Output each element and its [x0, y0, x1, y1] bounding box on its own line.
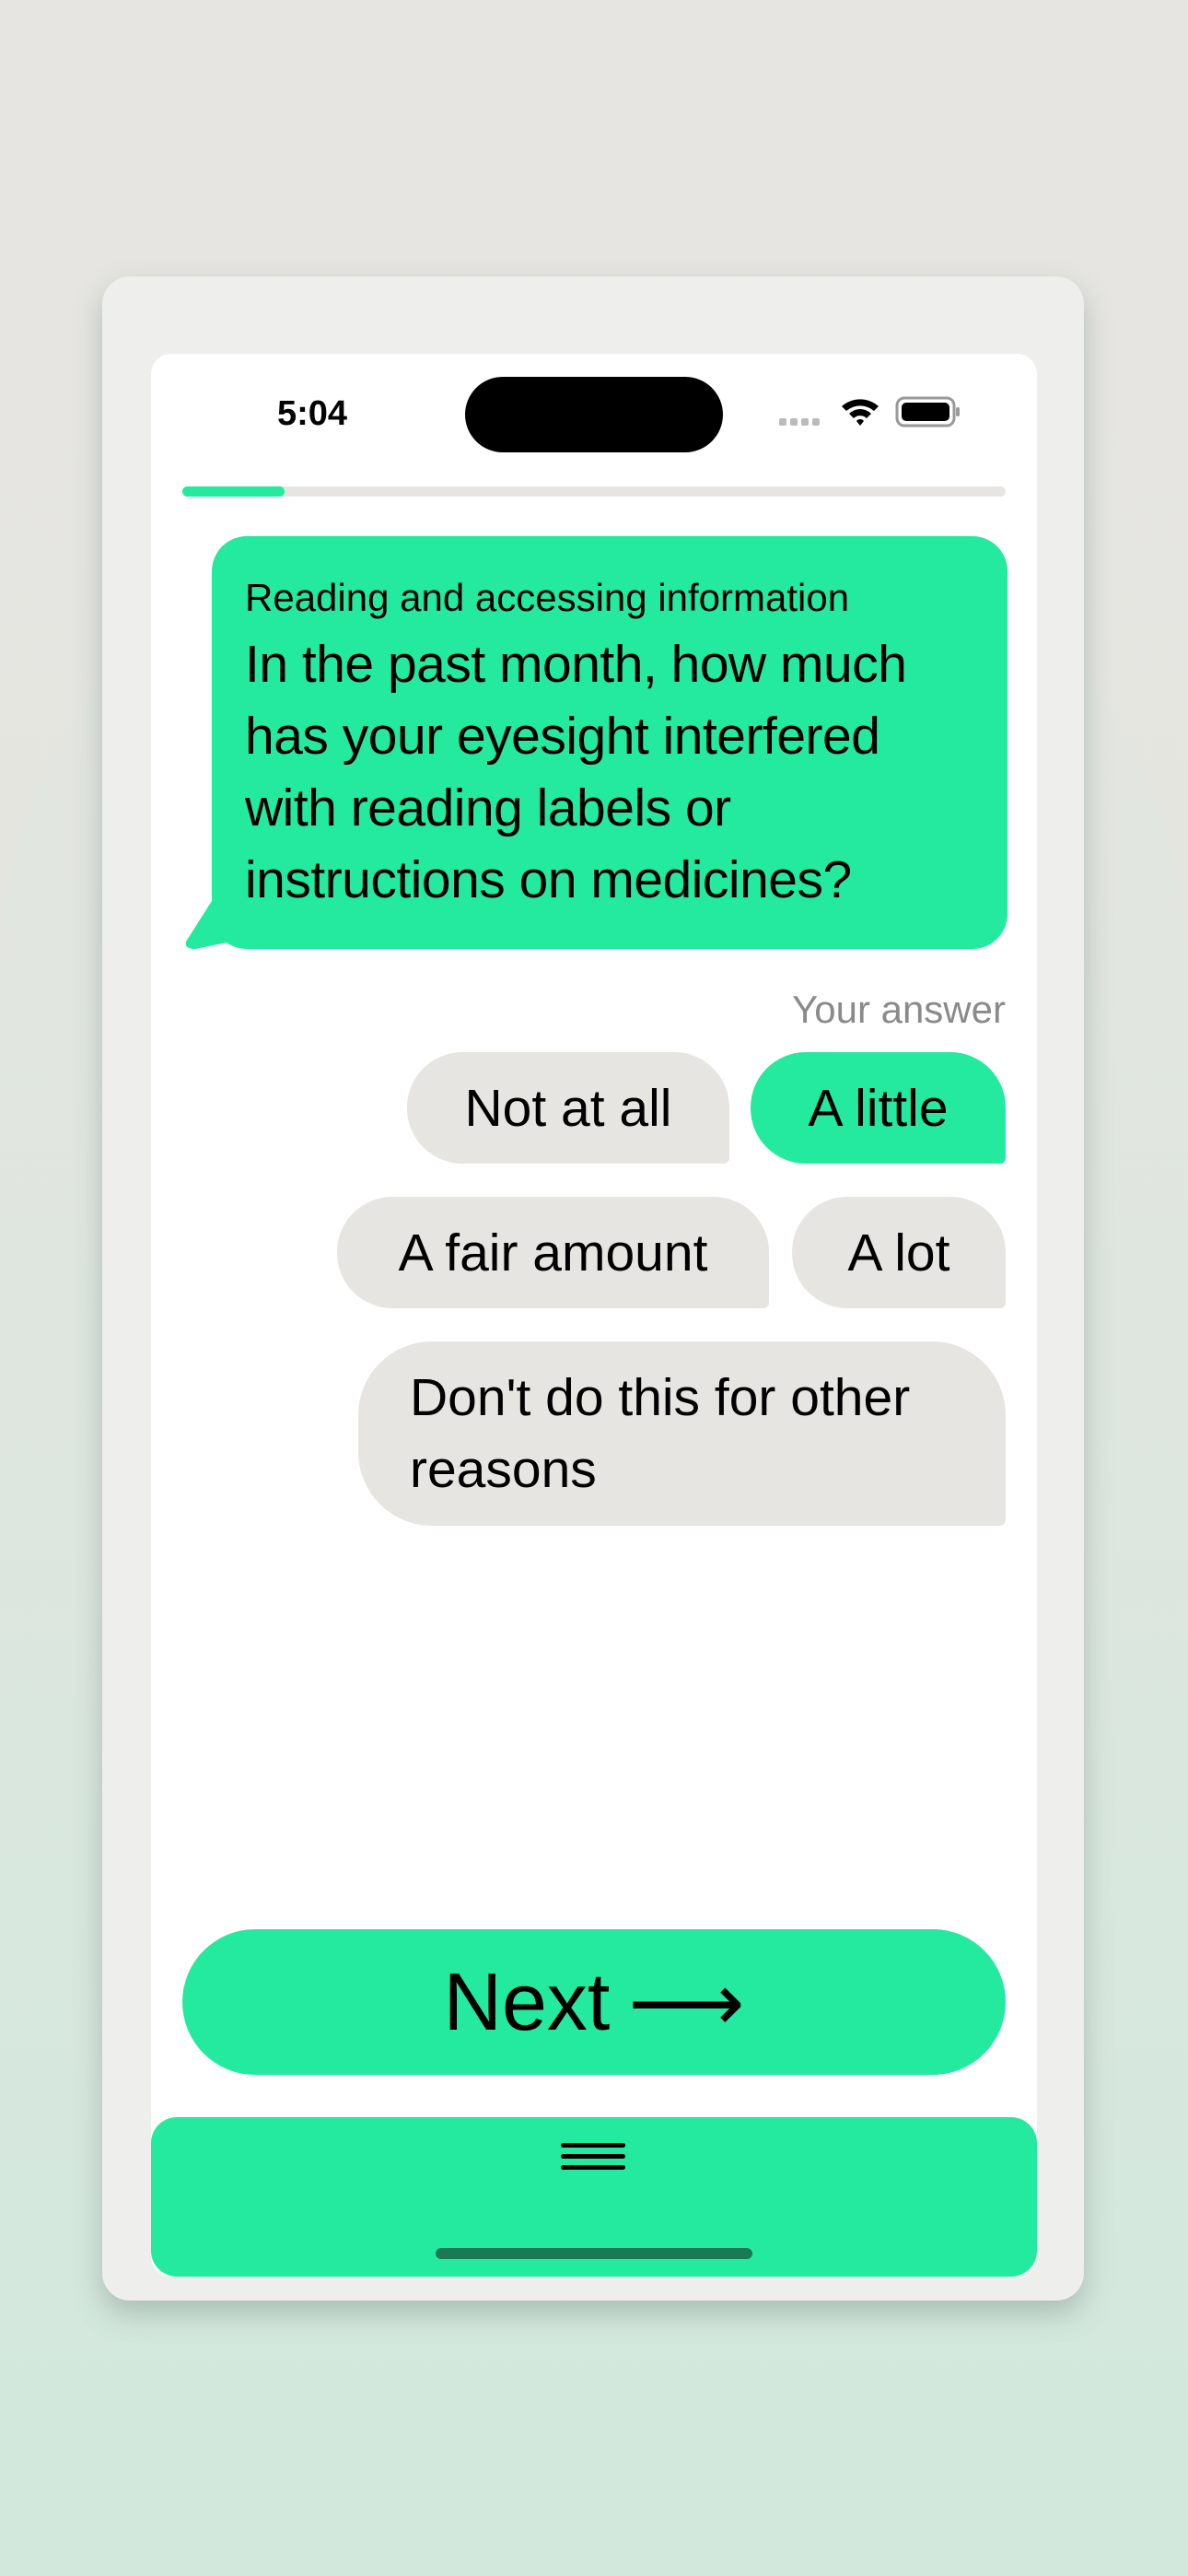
- device-frame: 5:04 Reading and accessing information I…: [102, 276, 1084, 2301]
- option-a-fair-amount[interactable]: A fair amount: [337, 1197, 769, 1308]
- progress-fill: [182, 486, 285, 497]
- next-label: Next: [443, 1956, 611, 2047]
- wifi-icon: [842, 399, 879, 426]
- signal-icon: [779, 418, 820, 426]
- battery-icon: [895, 396, 960, 427]
- menu-icon[interactable]: [561, 2143, 625, 2176]
- option-a-lot[interactable]: A lot: [792, 1197, 1006, 1308]
- dynamic-island: [465, 377, 723, 452]
- your-answer-label: Your answer: [792, 988, 1006, 1031]
- status-time: 5:04: [277, 394, 348, 433]
- progress-bar: [182, 486, 1006, 497]
- app-screen: 5:04 Reading and accessing information I…: [151, 354, 1037, 2277]
- question-bubble: Reading and accessing information In the…: [184, 536, 1007, 988]
- question-category: Reading and accessing information: [245, 576, 850, 619]
- option-a-little[interactable]: A little: [751, 1052, 1006, 1164]
- bottom-bar: [151, 2117, 1037, 2277]
- arrow-right-icon: ⟶: [628, 1956, 745, 2048]
- next-button[interactable]: Next ⟶: [182, 1929, 1006, 2075]
- home-indicator[interactable]: [436, 2248, 752, 2259]
- option-dont-do-this[interactable]: Don't do this for other reasons: [358, 1341, 1006, 1526]
- question-text: In the past month, how much has your eye…: [245, 635, 907, 909]
- option-not-at-all[interactable]: Not at all: [407, 1052, 729, 1164]
